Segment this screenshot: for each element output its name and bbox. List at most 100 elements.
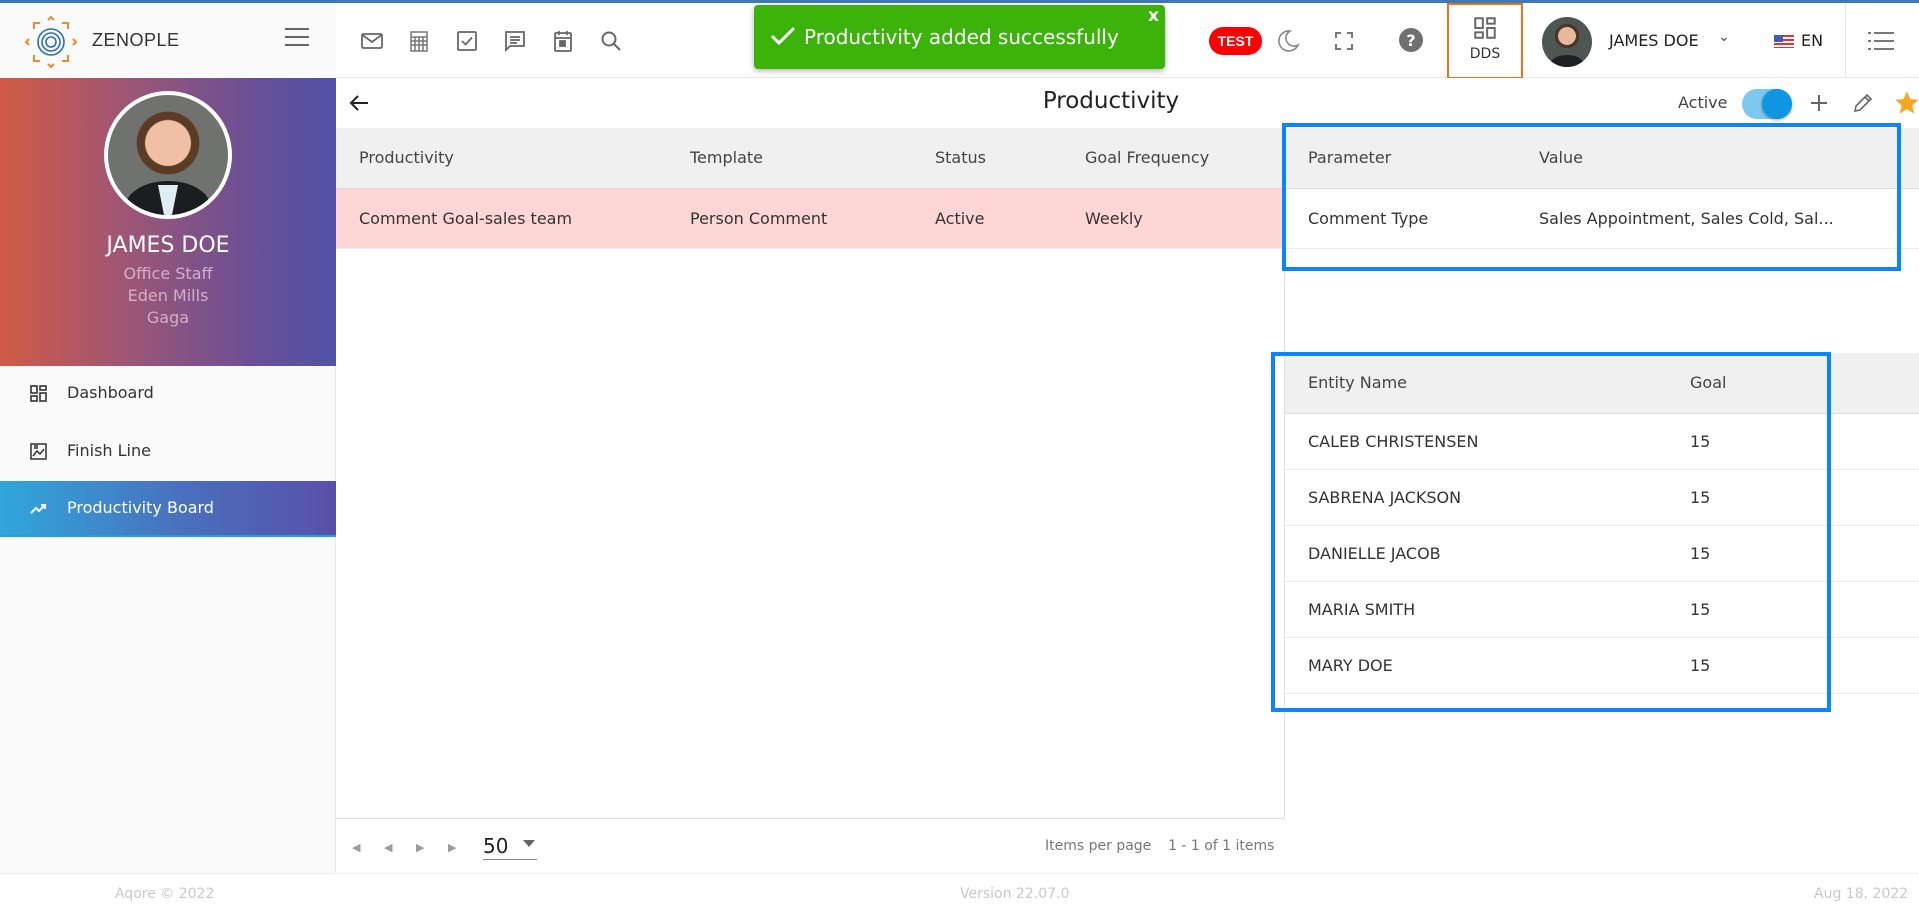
items-per-page-label: Items per page bbox=[1045, 838, 1152, 854]
cell-value: Sales Appointment, Sales Cold, Sal... bbox=[1516, 188, 1854, 249]
parameter-table: Parameter Value Comment Type Sales Appoi… bbox=[1285, 128, 1919, 249]
favorite-star-icon[interactable] bbox=[1893, 89, 1919, 117]
cell-entity-name: MARY DOE bbox=[1285, 637, 1667, 694]
checkmark-icon bbox=[770, 26, 796, 46]
message-icon[interactable] bbox=[503, 29, 527, 53]
footer-date: Aug 18, 2022 bbox=[1814, 886, 1909, 902]
main-content: Productivity Active Productivity Templat… bbox=[336, 78, 1919, 873]
first-page-button[interactable]: ◀︎ bbox=[352, 841, 360, 854]
pager-range-info: 1 - 1 of 1 items bbox=[1168, 838, 1275, 854]
list-menu-icon[interactable] bbox=[1868, 31, 1894, 51]
table-row[interactable]: MARY DOE 15 bbox=[1285, 637, 1919, 694]
cell-status: Active bbox=[912, 188, 1062, 249]
zenople-logo-icon bbox=[24, 15, 78, 69]
add-icon[interactable] bbox=[1807, 91, 1831, 115]
app-header: ZENOPLE Productivity added successfully … bbox=[0, 3, 1919, 79]
user-avatar[interactable] bbox=[1542, 17, 1592, 67]
cell-entity-name: DANIELLE JACOB bbox=[1285, 525, 1667, 582]
column-header-empty bbox=[1854, 128, 1919, 189]
cell-productivity: Comment Goal-sales team bbox=[336, 188, 667, 249]
table-header-row: Parameter Value bbox=[1285, 128, 1919, 189]
cell-empty bbox=[1889, 637, 1919, 694]
productivity-list-panel: Productivity Template Status Goal Freque… bbox=[336, 128, 1285, 873]
column-header[interactable]: Goal bbox=[1667, 353, 1889, 414]
menu-toggle-button[interactable] bbox=[285, 28, 309, 48]
caret-down-icon bbox=[523, 840, 535, 847]
column-header[interactable]: Template bbox=[667, 128, 912, 189]
chevron-down-icon[interactable]: ⌄ bbox=[1718, 29, 1730, 45]
last-page-button[interactable]: ▶︎ bbox=[448, 841, 456, 854]
page-footer: Aqore © 2022 Version 22.07.0 Aug 18, 202… bbox=[0, 873, 1919, 912]
dark-mode-moon-icon[interactable] bbox=[1276, 29, 1300, 53]
svg-text:?: ? bbox=[1406, 31, 1415, 50]
copyright-text: Aqore © 2022 bbox=[115, 886, 215, 902]
status-toggle-label: Active bbox=[1678, 93, 1728, 112]
cell-goal: 15 bbox=[1667, 525, 1889, 582]
column-header[interactable]: Goal Frequency bbox=[1062, 128, 1284, 189]
dashboard-icon bbox=[30, 385, 47, 402]
cell-goal: 15 bbox=[1667, 581, 1889, 638]
cell-goal-frequency: Weekly bbox=[1062, 188, 1284, 249]
column-header[interactable]: Status bbox=[912, 128, 1062, 189]
trending-up-icon bbox=[30, 504, 46, 514]
mail-icon[interactable] bbox=[360, 29, 384, 53]
cell-parameter: Comment Type bbox=[1285, 188, 1516, 249]
sidebar-item-finish-line[interactable]: Finish Line bbox=[0, 424, 336, 480]
page-title-bar: Productivity Active bbox=[336, 78, 1919, 128]
success-toast: Productivity added successfully x bbox=[754, 5, 1165, 69]
profile-name: JAMES DOE bbox=[106, 233, 230, 258]
calendar-icon[interactable] bbox=[551, 29, 575, 53]
finish-line-icon bbox=[30, 443, 47, 460]
table-row[interactable]: DANIELLE JACOB 15 bbox=[1285, 525, 1919, 582]
cell-empty bbox=[1889, 525, 1919, 582]
column-header[interactable]: Parameter bbox=[1285, 128, 1516, 189]
next-page-button[interactable]: ▶ bbox=[416, 841, 424, 854]
table-header-row: Entity Name Goal bbox=[1285, 353, 1919, 414]
status-toggle[interactable] bbox=[1742, 89, 1792, 119]
sidebar-item-productivity-board[interactable]: Productivity Board bbox=[0, 481, 336, 537]
page-title: Productivity bbox=[1042, 88, 1180, 114]
productivity-table: Productivity Template Status Goal Freque… bbox=[336, 128, 1284, 249]
toast-close-button[interactable]: x bbox=[1148, 6, 1159, 26]
user-menu-name[interactable]: JAMES DOE bbox=[1609, 31, 1699, 50]
table-row[interactable]: MARIA SMITH 15 bbox=[1285, 581, 1919, 638]
column-header[interactable]: Productivity bbox=[336, 128, 667, 189]
prev-page-button[interactable]: ◀ bbox=[384, 841, 392, 854]
sidebar-item-label: Productivity Board bbox=[67, 498, 214, 517]
column-header[interactable]: Value bbox=[1516, 128, 1854, 189]
page-size-select[interactable]: 50 bbox=[483, 830, 537, 860]
fullscreen-icon[interactable] bbox=[1332, 29, 1356, 53]
logo-area: ZENOPLE bbox=[0, 3, 336, 78]
profile-card: JAMES DOE Office Staff Eden Mills Gaga bbox=[0, 78, 336, 366]
edit-pencil-icon[interactable] bbox=[1851, 91, 1875, 115]
task-check-icon[interactable] bbox=[455, 29, 479, 53]
column-header-empty bbox=[1889, 353, 1919, 414]
dashboard-grid-icon bbox=[1474, 17, 1496, 39]
sidebar-item-dashboard[interactable]: Dashboard bbox=[0, 366, 336, 422]
parameter-panel: Parameter Value Comment Type Sales Appoi… bbox=[1285, 128, 1919, 249]
cell-entity-name: SABRENA JACKSON bbox=[1285, 469, 1667, 526]
cell-goal: 15 bbox=[1667, 637, 1889, 694]
us-flag-icon[interactable] bbox=[1774, 35, 1794, 48]
sidebar: JAMES DOE Office Staff Eden Mills Gaga D… bbox=[0, 78, 336, 873]
table-row[interactable]: Comment Type Sales Appointment, Sales Co… bbox=[1285, 188, 1919, 249]
cell-empty bbox=[1889, 413, 1919, 470]
dds-button[interactable]: DDS bbox=[1447, 3, 1523, 79]
table-header-row: Productivity Template Status Goal Freque… bbox=[336, 128, 1284, 189]
header-divider bbox=[1845, 3, 1846, 78]
column-header[interactable]: Entity Name bbox=[1285, 353, 1667, 414]
table-row[interactable]: CALEB CHRISTENSEN 15 bbox=[1285, 413, 1919, 470]
cell-entity-name: MARIA SMITH bbox=[1285, 581, 1667, 638]
calculator-icon[interactable] bbox=[407, 29, 431, 53]
table-row[interactable]: SABRENA JACKSON 15 bbox=[1285, 469, 1919, 526]
back-arrow-icon[interactable] bbox=[348, 91, 372, 115]
search-icon[interactable] bbox=[599, 29, 623, 53]
toast-message: Productivity added successfully bbox=[804, 25, 1119, 49]
cell-empty bbox=[1889, 469, 1919, 526]
language-selector[interactable]: EN bbox=[1801, 31, 1823, 50]
help-icon[interactable]: ? bbox=[1398, 27, 1424, 53]
table-row[interactable]: Comment Goal-sales team Person Comment A… bbox=[336, 188, 1284, 249]
profile-role: Office Staff bbox=[123, 264, 213, 283]
sidebar-item-label: Dashboard bbox=[67, 383, 154, 402]
cell-goal: 15 bbox=[1667, 413, 1889, 470]
